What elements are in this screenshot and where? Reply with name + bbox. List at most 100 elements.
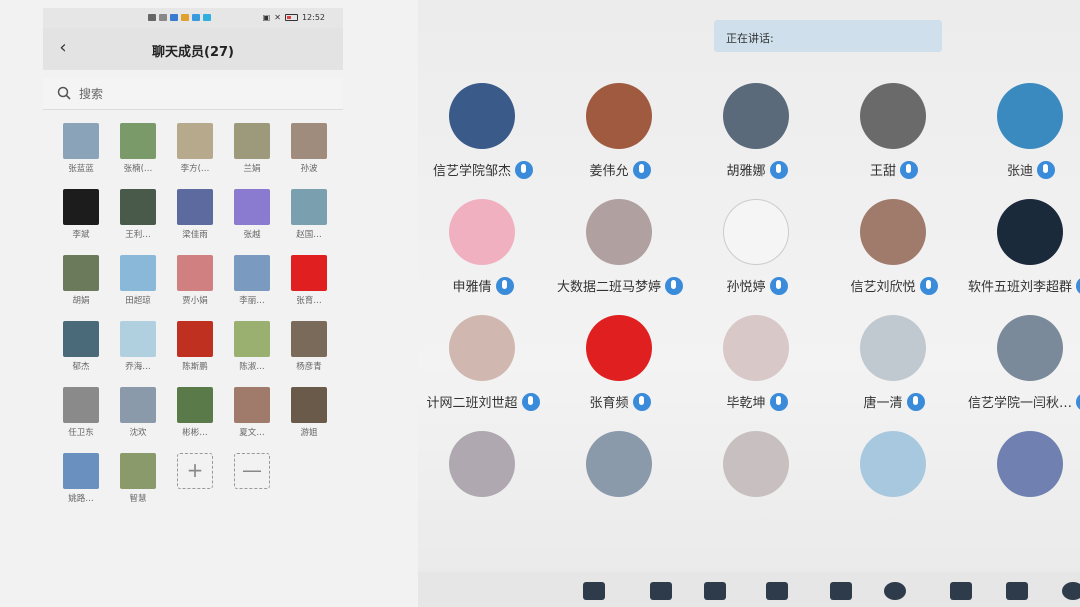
member-name: 赵国… <box>296 230 322 240</box>
member-name: 王利… <box>125 230 151 240</box>
member-name: 梁佳雨 <box>182 230 208 240</box>
participant-avatar <box>997 199 1063 265</box>
member-item[interactable]: 赵国… <box>283 189 335 251</box>
participants-icon[interactable] <box>704 582 726 600</box>
participant-avatar <box>997 315 1063 381</box>
chat-icon[interactable] <box>830 582 852 600</box>
mic-icon <box>515 160 533 179</box>
participant-tile[interactable]: 张育频 <box>540 315 700 425</box>
member-item[interactable]: 任卫东 <box>55 387 107 449</box>
participant-tile[interactable]: 软件五班刘李超群 <box>951 199 1080 309</box>
member-item[interactable]: 游姐 <box>283 387 335 449</box>
participant-tile[interactable] <box>540 431 700 541</box>
participant-name: 张育频 <box>589 396 629 411</box>
participant-tile[interactable]: 毕乾坤 <box>677 315 837 425</box>
member-item[interactable]: 智慧 <box>112 453 164 515</box>
participant-tile[interactable]: 胡雅娜 <box>677 83 837 193</box>
member-name: 姚路… <box>68 494 94 504</box>
participant-tile[interactable]: 张迪 <box>951 83 1080 193</box>
participant-tile[interactable] <box>951 431 1080 541</box>
member-item[interactable]: 夏文… <box>226 387 278 449</box>
member-item[interactable]: 张育… <box>283 255 335 317</box>
speaking-label: 正在讲话: <box>726 32 774 45</box>
member-item[interactable]: 沈欢 <box>112 387 164 449</box>
participant-avatar <box>860 199 926 265</box>
add-member-button[interactable]: + <box>177 453 213 489</box>
member-item[interactable]: 杨彦青 <box>283 321 335 383</box>
member-avatar <box>63 189 99 225</box>
participant-avatar <box>997 83 1063 149</box>
member-avatar <box>120 189 156 225</box>
member-name: 兰娟 <box>243 164 261 174</box>
participant-tile[interactable] <box>677 431 837 541</box>
member-item[interactable]: 李方(… <box>169 123 221 185</box>
vibrate-icon: ▣ <box>262 13 271 22</box>
participant-name: 大数据二班马梦婷 <box>556 280 661 295</box>
participant-name: 张迪 <box>1006 164 1033 179</box>
participant-tile[interactable]: 信艺学院一闫秋… <box>951 315 1080 425</box>
member-avatar <box>120 255 156 291</box>
participant-tile[interactable]: 王甜 <box>814 83 974 193</box>
participant-name-row: 毕乾坤 <box>677 391 837 411</box>
member-item[interactable]: 姚路… <box>55 453 107 515</box>
member-name: 郁杰 <box>72 362 90 372</box>
member-name: 游姐 <box>300 428 318 438</box>
member-item[interactable]: 胡娟 <box>55 255 107 317</box>
phone-screen: ▣ ✕ 12:52 ‹ 聊天成员(27) 张蓝蓝 张楠(… 李方(… 兰娟 孙波李斌 王利… <box>0 0 418 607</box>
participant-name: 信艺刘欣悦 <box>850 280 916 295</box>
mic-icon <box>900 160 918 179</box>
member-item[interactable]: 陈淑… <box>226 321 278 383</box>
member-item[interactable]: 贾小娟 <box>169 255 221 317</box>
remove-member-button[interactable]: — <box>234 453 270 489</box>
grid-icon[interactable] <box>1006 582 1028 600</box>
member-item[interactable]: 李斌 <box>55 189 107 251</box>
participant-tile[interactable]: 唐一清 <box>814 315 974 425</box>
participant-avatar <box>586 431 652 497</box>
participant-name-row: 孙悦婷 <box>677 275 837 295</box>
search-input[interactable] <box>79 84 319 104</box>
member-item[interactable]: 彬彬… <box>169 387 221 449</box>
participant-name: 计网二班刘世超 <box>426 396 518 411</box>
status-system: ▣ ✕ 12:52 <box>263 13 325 22</box>
member-item[interactable]: 田超琼 <box>112 255 164 317</box>
mic-icon <box>1037 160 1055 179</box>
member-item[interactable]: 郁杰 <box>55 321 107 383</box>
member-item[interactable]: 张蓝蓝 <box>55 123 107 185</box>
member-item[interactable]: 张越 <box>226 189 278 251</box>
share-screen-icon[interactable] <box>583 582 605 600</box>
participant-tile[interactable] <box>814 431 974 541</box>
member-item[interactable]: 乔海… <box>112 321 164 383</box>
meeting-screen: 正在讲话: 信艺学院邹杰 姜伟允 胡雅娜 王甜 张迪 申雅倩 大数据二班马梦婷 孙悦婷 信艺刘欣… <box>418 0 1080 607</box>
invite-icon[interactable] <box>766 582 788 600</box>
mic-icon <box>1076 392 1080 411</box>
participant-tile[interactable]: 信艺刘欣悦 <box>814 199 974 309</box>
mic-icon <box>769 392 788 411</box>
participant-tile[interactable]: 姜伟允 <box>540 83 700 193</box>
mic-icon <box>521 392 540 411</box>
record-icon[interactable] <box>884 582 906 600</box>
member-avatar <box>234 387 270 423</box>
member-avatar <box>291 123 327 159</box>
member-name: 杨彦青 <box>296 362 322 372</box>
member-item[interactable]: 王利… <box>112 189 164 251</box>
participant-tile[interactable]: 大数据二班马梦婷 <box>540 199 700 309</box>
settings-icon[interactable] <box>1062 582 1080 600</box>
participant-name-row: 大数据二班马梦婷 <box>540 275 700 295</box>
search-bar[interactable] <box>43 78 343 110</box>
member-item[interactable]: 张楠(… <box>112 123 164 185</box>
mic-icon <box>632 392 651 411</box>
participant-avatar <box>449 431 515 497</box>
shield-icon[interactable] <box>650 582 672 600</box>
participant-avatar <box>723 199 789 265</box>
apps-icon[interactable] <box>950 582 972 600</box>
member-item[interactable]: 梁佳雨 <box>169 189 221 251</box>
participant-tile[interactable]: 孙悦婷 <box>677 199 837 309</box>
participant-name: 唐一清 <box>863 396 903 411</box>
member-item[interactable]: 孙波 <box>283 123 335 185</box>
participant-name-row: 张育频 <box>540 391 700 411</box>
remove-member-cell: — <box>226 453 278 515</box>
member-item[interactable]: 陈斯鹏 <box>169 321 221 383</box>
member-item[interactable]: 李丽… <box>226 255 278 317</box>
member-item[interactable]: 兰娟 <box>226 123 278 185</box>
participant-avatar <box>449 83 515 149</box>
